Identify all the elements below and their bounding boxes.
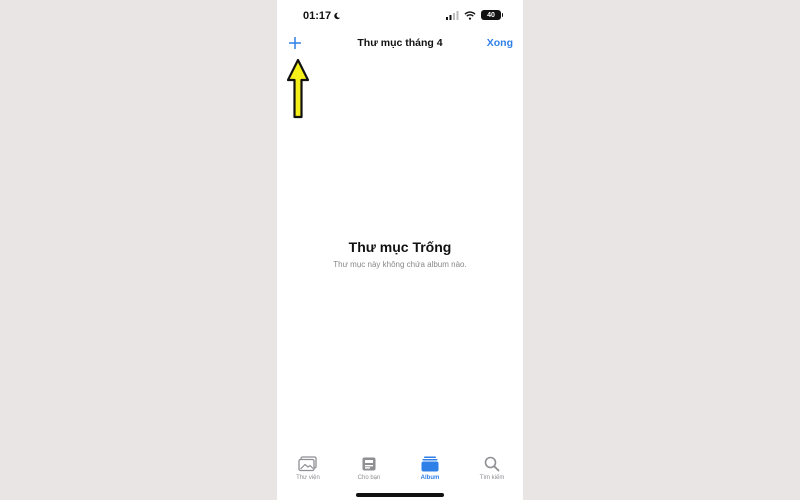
tab-search[interactable]: Tìm kiếm <box>467 456 517 481</box>
wifi-icon <box>464 10 476 20</box>
photo-library-icon <box>298 456 317 472</box>
for-you-icon <box>362 457 376 471</box>
signal-icon <box>446 10 459 20</box>
battery-icon: 40 <box>481 10 503 20</box>
tab-label: Cho bạn <box>357 475 381 481</box>
empty-state-subtitle: Thư mục này không chứa album nào. <box>333 260 467 269</box>
tab-album[interactable]: Album <box>405 456 455 481</box>
tab-label: Thư viện <box>296 475 320 481</box>
home-indicator <box>356 493 444 497</box>
tab-for-you[interactable]: Cho bạn <box>344 456 394 481</box>
moon-icon <box>334 12 341 20</box>
done-button[interactable]: Xong <box>487 37 513 49</box>
tab-label: Album <box>420 475 440 481</box>
album-icon <box>421 456 439 472</box>
status-bar: 01:17 40 <box>277 0 523 30</box>
status-time: 01:17 <box>303 10 341 22</box>
search-icon <box>484 456 500 472</box>
time-text: 01:17 <box>303 10 332 22</box>
empty-state-title: Thư mục Trống <box>348 239 452 255</box>
phone-screen: 01:17 40 Thư mục tháng 4 Xong Thư mục Tr… <box>277 0 523 500</box>
tab-library[interactable]: Thư viện <box>283 456 333 481</box>
status-icons: 40 <box>446 10 503 20</box>
nav-bar: Thư mục tháng 4 Xong <box>277 32 523 56</box>
tab-label: Tìm kiếm <box>479 475 505 481</box>
annotation-arrow-icon <box>286 58 310 119</box>
battery-level: 40 <box>487 11 495 19</box>
